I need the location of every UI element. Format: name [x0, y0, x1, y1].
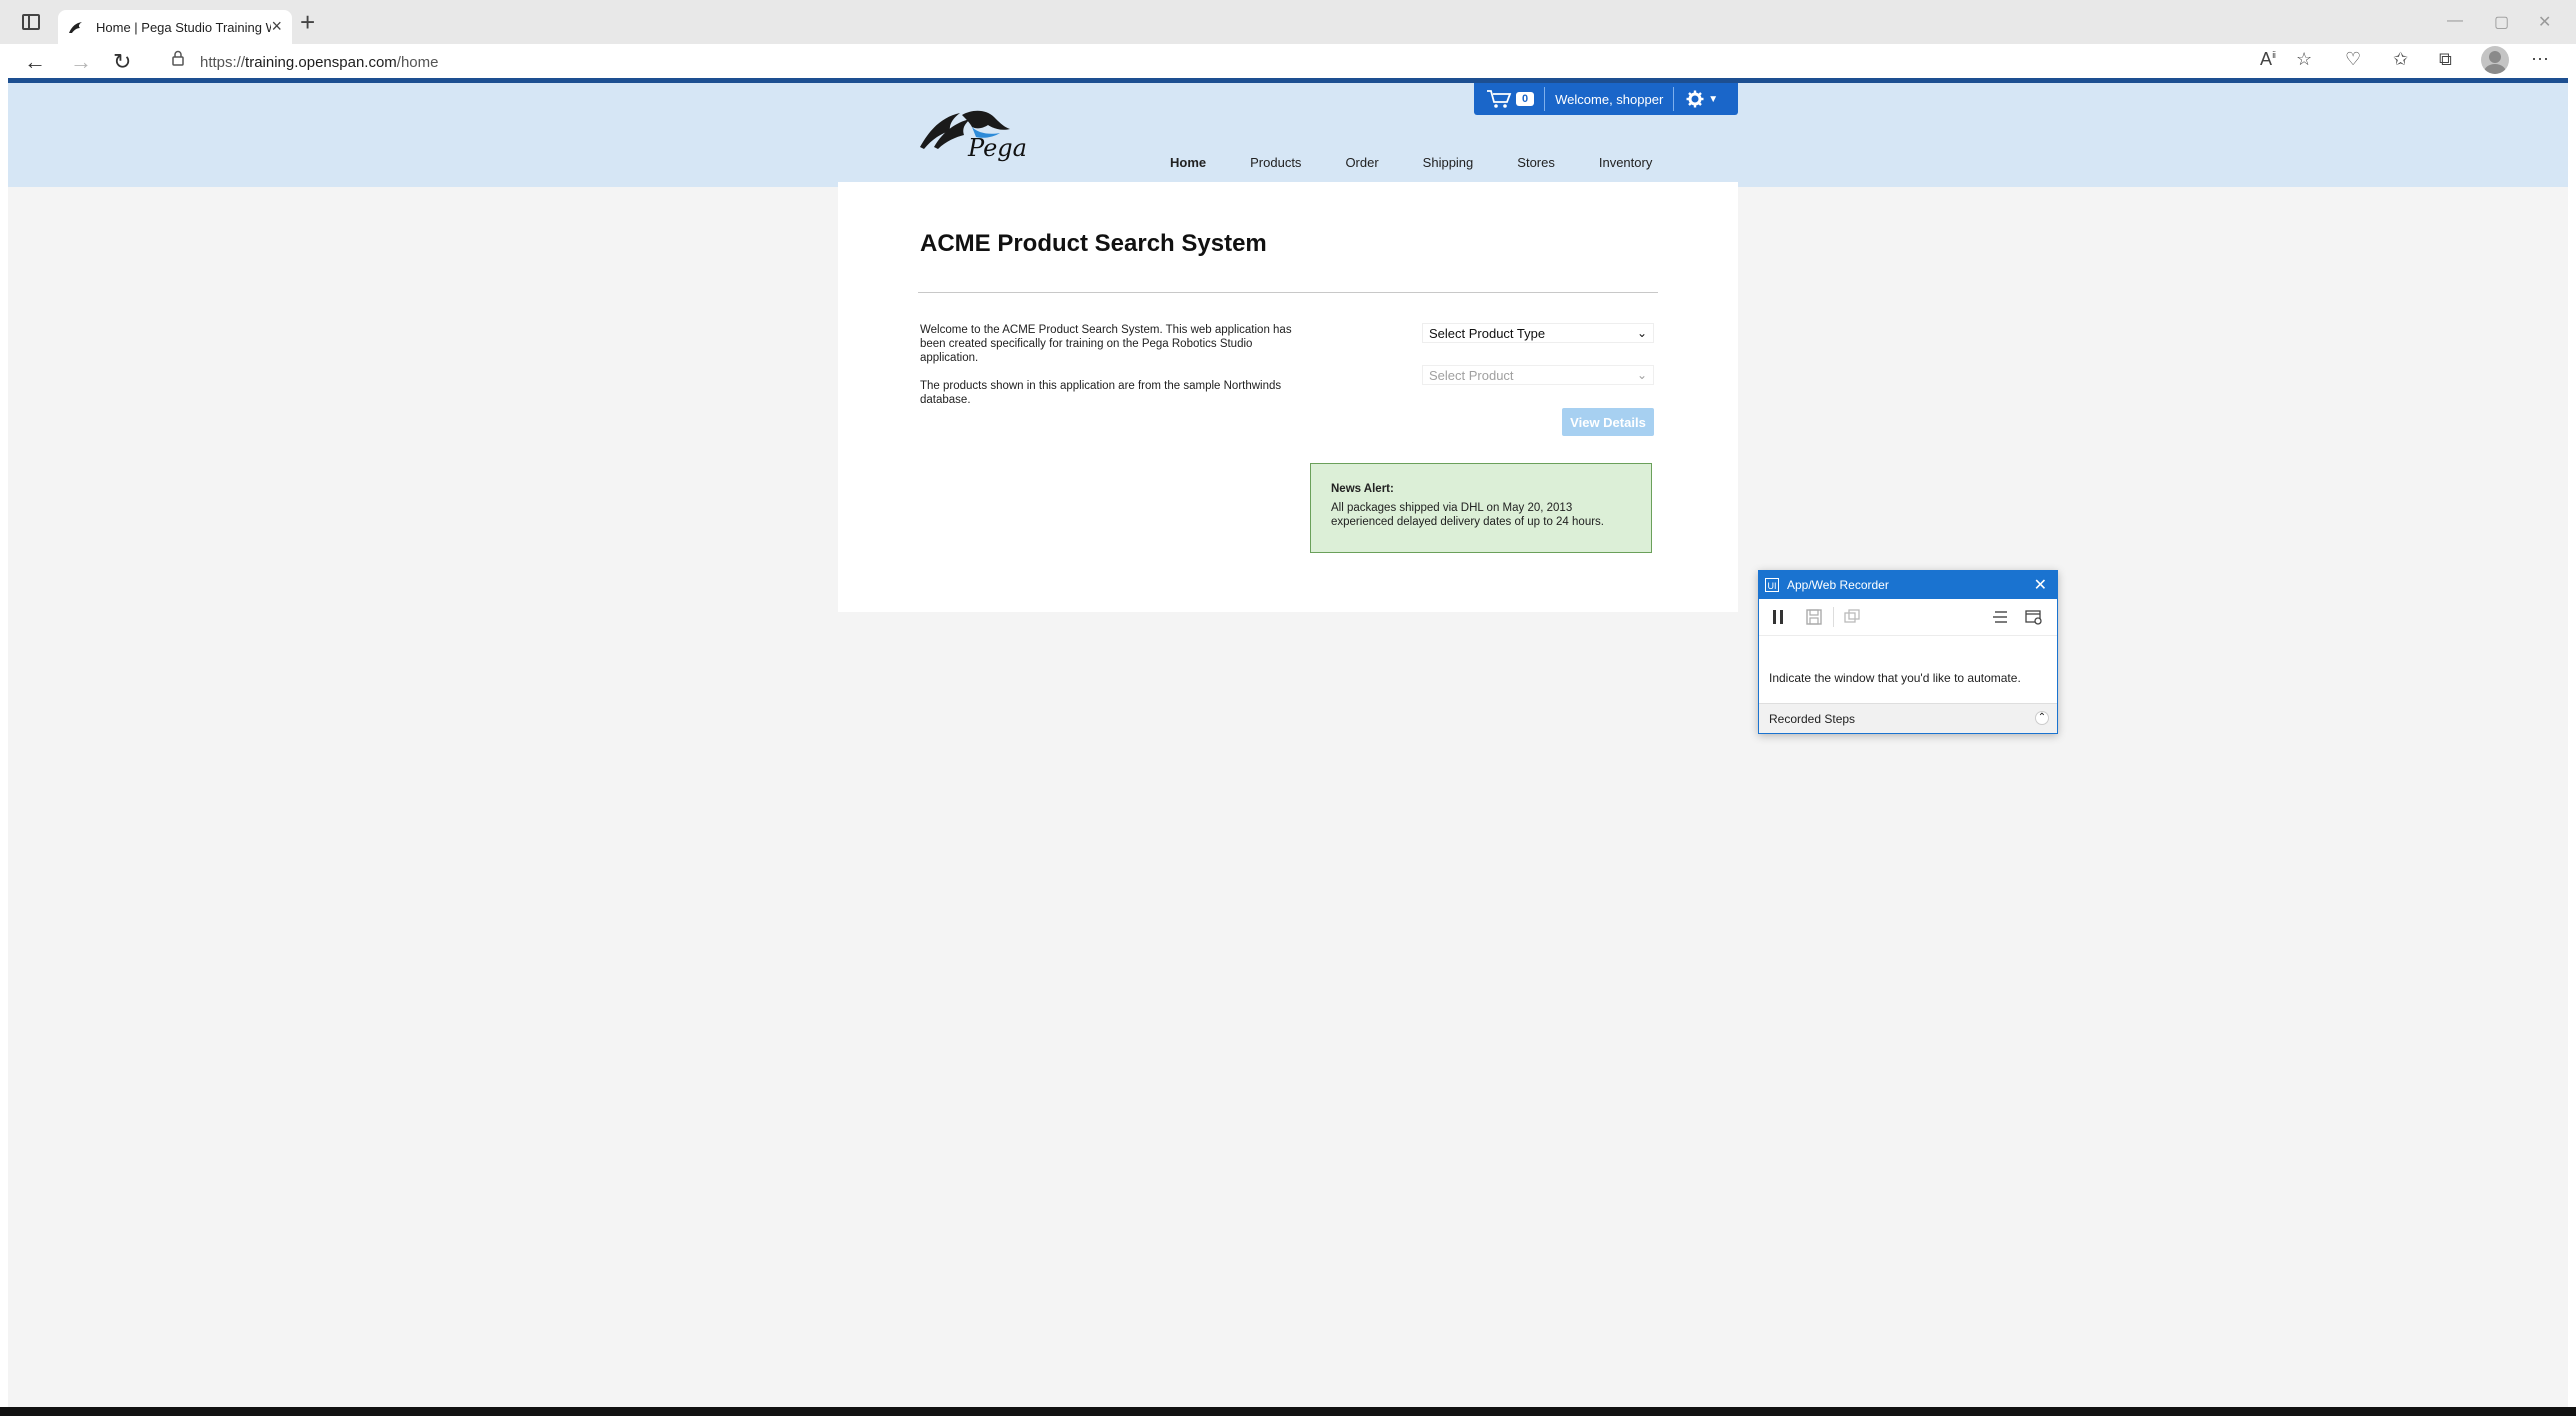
content-panel: ACME Product Search System Welcome to th…: [838, 182, 1738, 612]
chevron-down-icon: ⌄: [1636, 368, 1647, 382]
cart-icon[interactable]: [1486, 89, 1512, 109]
recorded-steps-header[interactable]: Recorded Steps ⌃: [1759, 703, 2057, 733]
chevron-down-icon: ⌄: [1636, 326, 1647, 340]
product-type-select[interactable]: Select Product Type ⌄: [1422, 323, 1654, 343]
close-window-icon[interactable]: ✕: [2538, 12, 2551, 32]
nav-products[interactable]: Products: [1250, 155, 1301, 170]
close-icon[interactable]: ✕: [2034, 575, 2047, 595]
news-alert-body: All packages shipped via DHL on May 20, …: [1331, 502, 1604, 528]
back-icon[interactable]: ←: [24, 48, 46, 76]
nav-stores[interactable]: Stores: [1517, 155, 1555, 170]
nav-inventory[interactable]: Inventory: [1599, 155, 1652, 170]
page-title: ACME Product Search System: [920, 230, 1267, 257]
product-select-value: Select Product: [1429, 367, 1514, 383]
browser-essentials-icon[interactable]: ♡: [2345, 49, 2361, 70]
close-tab-icon[interactable]: ×: [271, 16, 282, 37]
taskbar: [0, 1407, 2576, 1416]
read-aloud-icon[interactable]: Aⅱ: [2260, 49, 2276, 70]
add-favorite-icon[interactable]: ☆: [2296, 49, 2312, 70]
copy-icon: [1844, 609, 1860, 623]
steps-list-icon[interactable]: [1991, 608, 2009, 626]
web-page: Pega 0 Welcome, shopper ▼ Home Products …: [8, 78, 2568, 1408]
recorder-title: App/Web Recorder: [1787, 578, 1889, 592]
more-options-icon[interactable]: ⋯: [2531, 49, 2549, 70]
minimize-icon[interactable]: —: [2447, 12, 2463, 30]
recorder-title-bar[interactable]: UI App/Web Recorder ✕: [1759, 571, 2057, 599]
view-details-button[interactable]: View Details: [1562, 408, 1654, 436]
intro-paragraph-1: Welcome to the ACME Product Search Syste…: [920, 324, 1292, 364]
app-web-recorder-window: UI App/Web Recorder ✕ Indicate the windo…: [1758, 570, 2058, 734]
gear-icon[interactable]: [1686, 90, 1704, 108]
recorder-app-icon: UI: [1765, 578, 1779, 592]
divider: [1673, 87, 1675, 111]
news-alert-box: News Alert: All packages shipped via DHL…: [1310, 463, 1652, 553]
pause-icon[interactable]: [1769, 608, 1787, 626]
browser-tab-active[interactable]: Home | Pega Studio Training We ×: [58, 10, 292, 44]
divider: [1544, 87, 1546, 111]
nav-home[interactable]: Home: [1170, 155, 1206, 170]
forward-icon: →: [70, 49, 92, 74]
favorites-icon[interactable]: ✩: [2393, 49, 2408, 70]
main-nav: Home Products Order Shipping Stores Inve…: [1170, 155, 1696, 170]
nav-order[interactable]: Order: [1345, 155, 1378, 170]
toolbar-divider: [1833, 607, 1834, 627]
refresh-icon[interactable]: ↻: [113, 48, 131, 76]
recorded-steps-label: Recorded Steps: [1769, 711, 1856, 726]
recorder-instruction: Indicate the window that you'd like to a…: [1769, 671, 2021, 685]
cart-count-badge[interactable]: 0: [1516, 92, 1535, 106]
logo-wordmark: Pega: [968, 134, 1027, 162]
welcome-text[interactable]: Welcome, shopper: [1555, 92, 1663, 107]
url-host: training.openspan.com: [245, 53, 397, 71]
workspaces-icon[interactable]: [22, 14, 40, 30]
nav-shipping[interactable]: Shipping: [1423, 155, 1474, 170]
site-header: Pega 0 Welcome, shopper ▼ Home Products …: [8, 78, 2568, 187]
chevron-up-icon[interactable]: ⌃: [2035, 711, 2049, 725]
news-alert-heading: News Alert:: [1331, 483, 1394, 495]
restore-icon[interactable]: ▢: [2494, 12, 2509, 32]
url-scheme: https://: [200, 53, 246, 71]
title-divider: [918, 292, 1658, 293]
url-field[interactable]: https://training.openspan.com/home: [200, 50, 439, 74]
intro-text: Welcome to the ACME Product Search Syste…: [920, 323, 1305, 421]
product-type-select-value: Select Product Type: [1429, 325, 1546, 341]
intro-paragraph-2: The products shown in this application a…: [920, 380, 1282, 406]
collections-icon[interactable]: ⧉: [2439, 49, 2452, 70]
pega-favicon-icon: [69, 22, 82, 33]
user-bar: 0 Welcome, shopper ▼: [1474, 83, 1738, 115]
profile-avatar[interactable]: [2481, 46, 2509, 74]
recorder-toolbar: [1759, 599, 2057, 636]
browser-tab-bar: Home | Pega Studio Training We × + — ▢ ✕: [0, 0, 2576, 44]
product-select[interactable]: Select Product ⌄: [1422, 365, 1654, 385]
chevron-down-icon[interactable]: ▼: [1708, 94, 1718, 105]
window-settings-icon[interactable]: [2025, 608, 2043, 626]
tab-title: Home | Pega Studio Training We: [96, 19, 271, 35]
new-tab-icon[interactable]: +: [300, 8, 315, 36]
url-path: /home: [396, 53, 439, 71]
lock-icon[interactable]: [172, 50, 184, 66]
save-icon: [1806, 609, 1822, 625]
